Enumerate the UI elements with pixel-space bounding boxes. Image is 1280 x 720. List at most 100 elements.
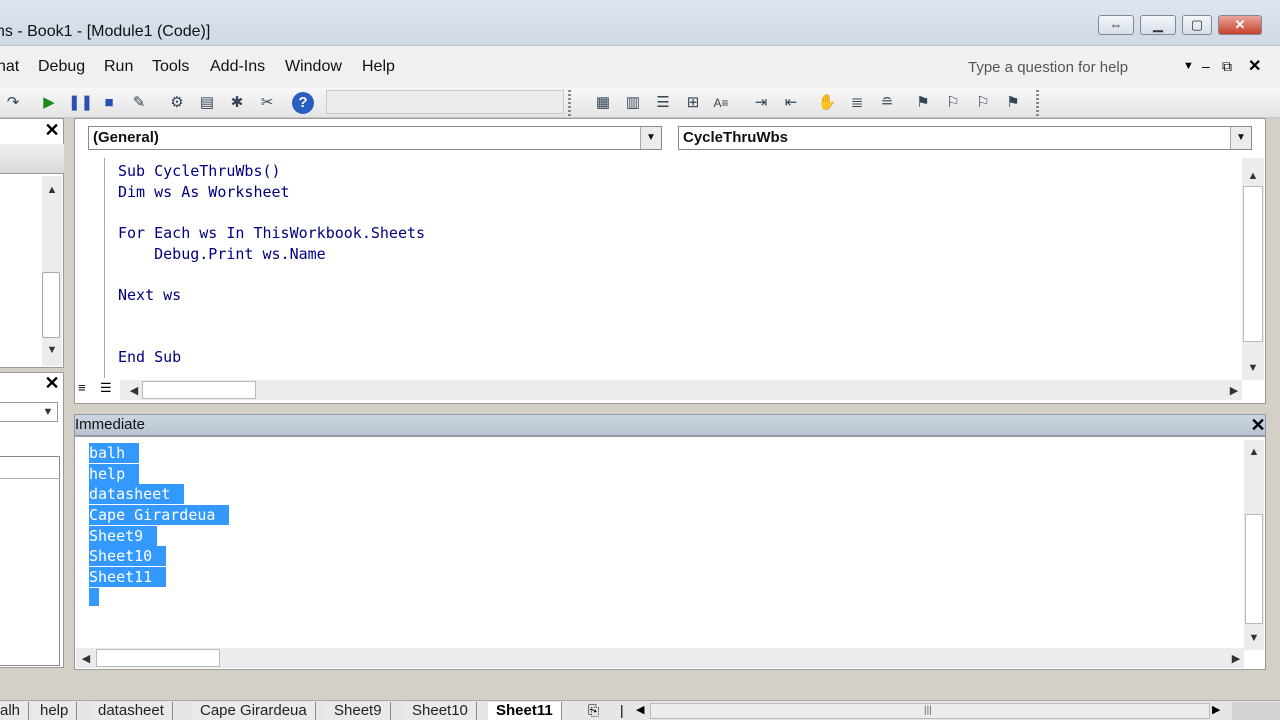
code-line[interactable]: Next ws [118, 286, 181, 304]
scroll-thumb[interactable] [1245, 514, 1263, 624]
mdi-minimize-icon[interactable]: – [1202, 58, 1210, 74]
close-button[interactable]: ✕ [1218, 15, 1262, 35]
restore-arrows-icon[interactable]: ⇔ [1098, 15, 1134, 35]
sheet-tab[interactable]: Cape Girardeua [192, 702, 316, 720]
uncomment-block-icon[interactable]: ≘ [876, 92, 898, 114]
menu-help[interactable]: Help [362, 58, 395, 76]
scroll-right-icon[interactable]: ▶ [1212, 703, 1220, 716]
code-line[interactable]: End Sub [118, 348, 181, 366]
sheet-tab[interactable]: Sheet9 [326, 702, 391, 720]
scroll-thumb[interactable] [42, 272, 60, 338]
immediate-line[interactable]: datasheet [89, 484, 185, 504]
parameter-info-icon[interactable]: ⊞ [682, 92, 704, 114]
run-icon[interactable]: ▶ [38, 92, 60, 114]
code-line[interactable]: For Each ws In ThisWorkbook.Sheets [118, 224, 425, 242]
toolbar-combo[interactable] [326, 90, 564, 114]
close-icon[interactable]: ✕ [42, 374, 62, 392]
immediate-line[interactable]: balh [89, 443, 140, 463]
scroll-thumb[interactable] [142, 381, 256, 399]
menu-run[interactable]: Run [104, 58, 133, 76]
scroll-left-icon[interactable]: ◀ [126, 384, 142, 397]
divider [0, 478, 60, 479]
complete-word-icon[interactable]: A≡ [710, 92, 732, 114]
previous-bookmark-icon[interactable]: ⚐ [972, 92, 994, 114]
menu-tools[interactable]: Tools [152, 58, 189, 76]
insert-sheet-icon[interactable]: ⎘ [588, 702, 599, 719]
scroll-right-icon[interactable]: ▶ [1228, 652, 1244, 665]
full-module-view-icon[interactable]: ☰ [100, 380, 118, 400]
break-icon[interactable]: ❚❚ [68, 92, 93, 114]
clear-bookmarks-icon[interactable]: ⚑ [1002, 92, 1024, 114]
margin-indicator-bar [104, 158, 105, 378]
toolbox-icon[interactable]: ✂ [256, 92, 278, 114]
scroll-up-icon[interactable]: ▲ [44, 184, 60, 196]
properties-icon[interactable]: ▤ [196, 92, 218, 114]
project-explorer-icon[interactable]: ⚙ [166, 92, 188, 114]
list-constants-icon[interactable]: ▥ [622, 92, 644, 114]
size-grip[interactable] [1232, 702, 1280, 720]
toggle-bookmark-icon[interactable]: ⚑ [912, 92, 934, 114]
close-icon[interactable]: ✕ [1248, 416, 1268, 434]
toggle-breakpoint-icon[interactable]: ✋ [816, 92, 838, 114]
indent-icon[interactable]: ⇥ [750, 92, 772, 114]
comment-block-icon[interactable]: ≣ [846, 92, 868, 114]
reset-icon[interactable]: ■ [98, 92, 120, 114]
chevron-down-icon[interactable]: ▼ [40, 406, 56, 418]
scroll-left-icon[interactable]: ◀ [78, 652, 94, 665]
toolbar-grip[interactable] [568, 90, 571, 116]
list-properties-icon[interactable]: ▦ [592, 92, 614, 114]
code-line[interactable]: Sub CycleThruWbs() [118, 162, 281, 180]
next-bookmark-icon[interactable]: ⚐ [942, 92, 964, 114]
scroll-left-icon[interactable]: ◀ [636, 703, 644, 716]
sheet-tab[interactable]: Sheet10 [404, 702, 477, 720]
immediate-line[interactable]: help [89, 464, 140, 484]
object-dropdown[interactable]: (General) ▼ [88, 126, 662, 150]
toolbar-grip-2[interactable] [1036, 90, 1039, 116]
code-horizontal-scrollbar[interactable] [120, 380, 1242, 400]
scroll-up-icon[interactable]: ▲ [1246, 446, 1262, 458]
project-explorer-toolbar [0, 144, 64, 174]
sheet-tab-active[interactable]: Sheet11 [488, 702, 562, 720]
object-browser-icon[interactable]: ✱ [226, 92, 248, 114]
chevron-down-icon[interactable]: ▼ [640, 127, 661, 149]
mdi-close-icon[interactable]: ✕ [1248, 56, 1261, 76]
procedure-view-icon[interactable]: ≡ [78, 380, 96, 400]
scroll-down-icon[interactable]: ▼ [1246, 632, 1262, 644]
chevron-down-icon[interactable]: ▼ [1230, 127, 1251, 149]
help-search-input[interactable]: Type a question for help [968, 56, 1168, 80]
scroll-up-icon[interactable]: ▲ [1245, 170, 1261, 182]
tab-split-icon[interactable]: | [620, 702, 624, 718]
sheet-tab[interactable]: alh [0, 702, 30, 720]
menu-format[interactable]: nat [0, 58, 19, 76]
scroll-down-icon[interactable]: ▼ [1245, 362, 1261, 374]
mdi-restore-icon[interactable]: ⧉ [1222, 58, 1232, 75]
immediate-line[interactable]: Sheet10 [89, 546, 167, 566]
sheet-tab[interactable]: datasheet [90, 702, 173, 720]
menu-debug[interactable]: Debug [38, 58, 85, 76]
scroll-right-icon[interactable]: ▶ [1226, 384, 1242, 397]
outdent-icon[interactable]: ⇤ [780, 92, 802, 114]
redo-icon[interactable]: ↷ [2, 92, 24, 114]
immediate-line[interactable]: Cape Girardeua [89, 505, 230, 525]
immediate-line[interactable]: Sheet11 [89, 567, 167, 587]
immediate-window[interactable] [74, 436, 1266, 670]
design-mode-icon[interactable]: ✎ [128, 92, 150, 114]
scroll-thumb[interactable] [96, 649, 220, 667]
scroll-grip-icon[interactable]: ||| [924, 705, 932, 716]
immediate-horizontal-scrollbar[interactable] [76, 648, 1244, 668]
chevron-down-icon[interactable]: ▼ [1183, 60, 1194, 72]
code-line[interactable]: Debug.Print ws.Name [118, 245, 326, 263]
code-line[interactable]: Dim ws As Worksheet [118, 183, 290, 201]
sheet-tab[interactable]: help [32, 702, 78, 720]
scroll-down-icon[interactable]: ▼ [44, 344, 60, 356]
menu-add-ins[interactable]: Add-Ins [210, 58, 265, 76]
maximize-button[interactable]: ▢ [1182, 15, 1212, 35]
procedure-dropdown[interactable]: CycleThruWbs ▼ [678, 126, 1252, 150]
immediate-line[interactable]: Sheet9 [89, 526, 158, 546]
close-icon[interactable]: ✕ [42, 121, 62, 139]
help-icon[interactable]: ? [292, 92, 314, 114]
menu-window[interactable]: Window [285, 58, 342, 76]
minimize-button[interactable]: ▁ [1140, 15, 1176, 35]
scroll-thumb[interactable] [1243, 186, 1263, 342]
quick-info-icon[interactable]: ☰ [652, 92, 674, 114]
